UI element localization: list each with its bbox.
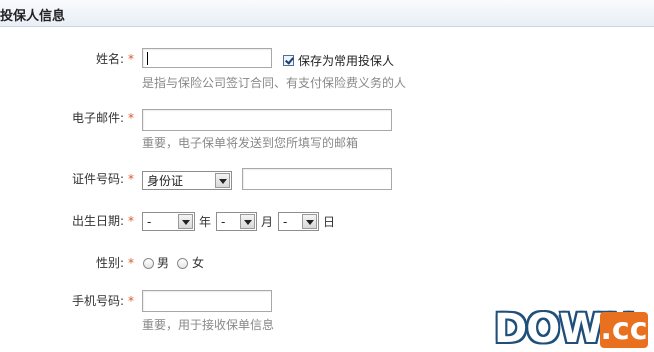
birth-day-select[interactable]: - — [278, 212, 319, 231]
year-unit: 年 — [199, 215, 212, 229]
id-type-value: 身份证 — [147, 174, 184, 188]
name-input[interactable] — [142, 48, 272, 68]
email-input[interactable] — [142, 109, 392, 131]
required-mark: * — [128, 256, 134, 270]
save-frequent-label: 保存为常用投保人 — [298, 54, 395, 68]
email-label: 电子邮件: * — [71, 111, 134, 125]
gender-female-label: 女 — [192, 256, 205, 270]
gender-label: 性别: * — [95, 256, 134, 270]
phone-label: 手机号码: * — [71, 294, 134, 308]
required-mark: * — [128, 172, 134, 186]
birth-year-select[interactable]: - — [142, 212, 195, 231]
id-label: 证件号码: * — [71, 172, 134, 186]
required-mark: * — [128, 214, 134, 228]
gender-female-radio[interactable] — [177, 258, 188, 269]
gender-male-label: 男 — [157, 256, 170, 270]
id-number-input[interactable] — [242, 168, 392, 190]
day-unit: 日 — [323, 215, 336, 229]
name-hint: 是指与保险公司签订合同、有支付保险费义务的人 — [142, 76, 407, 90]
down-cc-watermark-logo: DOWN .cc — [494, 306, 648, 352]
birth-day-value: - — [283, 215, 288, 229]
id-type-select[interactable]: 身份证 — [142, 171, 232, 190]
phone-input[interactable] — [142, 290, 272, 312]
birth-year-value: - — [147, 215, 152, 229]
birth-month-value: - — [221, 215, 226, 229]
name-label: 姓名: * — [95, 52, 134, 66]
required-mark: * — [128, 294, 134, 308]
month-unit: 月 — [261, 215, 274, 229]
text-cursor — [147, 52, 148, 65]
chevron-down-icon[interactable] — [240, 214, 255, 229]
required-mark: * — [128, 111, 134, 125]
save-frequent-checkbox[interactable] — [283, 55, 294, 66]
gender-male-radio[interactable] — [143, 258, 154, 269]
section-title: 投保人信息 — [0, 9, 66, 24]
section-header: 投保人信息 — [0, 0, 654, 27]
email-hint: 重要，电子保单将发送到您所填写的邮箱 — [142, 136, 359, 150]
birth-month-select[interactable]: - — [216, 212, 257, 231]
chevron-down-icon[interactable] — [302, 214, 317, 229]
required-mark: * — [128, 52, 134, 66]
chevron-down-icon[interactable] — [178, 214, 193, 229]
chevron-down-icon[interactable] — [215, 173, 230, 188]
phone-hint: 重要，用于接收保单信息 — [142, 318, 275, 332]
birth-label: 出生日期: * — [71, 214, 134, 228]
watermark-suffix: .cc — [600, 312, 648, 348]
